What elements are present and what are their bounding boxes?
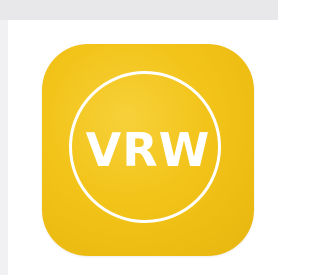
left-strip xyxy=(0,20,8,275)
logo-text: VRW xyxy=(85,123,211,177)
icon-area: VRW xyxy=(8,20,278,275)
app-icon[interactable]: VRW xyxy=(42,44,254,256)
top-bar xyxy=(0,0,278,20)
